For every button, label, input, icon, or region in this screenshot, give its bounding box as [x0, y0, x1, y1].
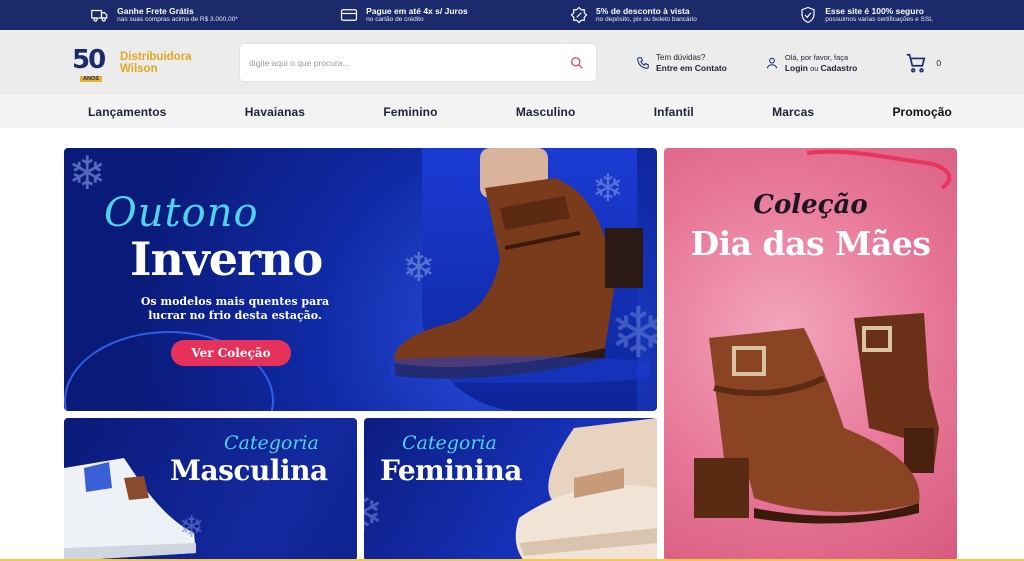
- cart-count: 0: [936, 57, 942, 68]
- nav-item-masculino[interactable]: Masculino: [516, 105, 576, 119]
- account-area: Olá, por favor, faça Login ou Cadastro: [765, 52, 858, 74]
- snowflake-icon: ❄: [179, 511, 205, 544]
- nav-item-havaianas[interactable]: Havaianas: [245, 105, 305, 119]
- nav-item-marcas[interactable]: Marcas: [772, 105, 814, 119]
- hero-banners: ❄ ❄ ❄ ❄ Outono Inverno Os modelos mais q…: [0, 128, 1024, 561]
- nav-item-infantil[interactable]: Infantil: [654, 105, 694, 119]
- banner-categoria-feminina[interactable]: ❄ Categoria Feminina: [364, 418, 657, 561]
- help-line-1: Tem dúvidas?: [656, 52, 706, 62]
- logo-50-anos-mark: 50 ANOS: [72, 44, 116, 82]
- banner-outono-inverno[interactable]: ❄ ❄ ❄ ❄ Outono Inverno Os modelos mais q…: [64, 148, 657, 411]
- main-navigation: Lançamentos Havaianas Feminino Masculino…: [0, 95, 1024, 128]
- promo-subtitle: nas suas compras acima de R$ 3.000,00*: [117, 16, 238, 24]
- nav-item-promocao[interactable]: Promoção: [892, 105, 951, 119]
- user-icon: [766, 57, 778, 68]
- contact-link[interactable]: Tem dúvidas? Entre em Contato: [636, 52, 727, 74]
- logo-anos: ANOS: [80, 75, 102, 82]
- account-greeting: Olá, por favor, faça: [784, 52, 849, 62]
- category-title: Feminina: [380, 454, 522, 487]
- search-icon[interactable]: [570, 56, 584, 70]
- promo-discount: 5% de desconto à vista no depósito, pix o…: [570, 6, 697, 24]
- category-title: Masculina: [170, 454, 328, 487]
- logo-number: 50: [72, 44, 106, 75]
- logo-line-2: Wilson: [120, 62, 158, 75]
- promo-free-shipping: Ganhe Frete Grátis nas suas compras acima…: [91, 6, 238, 24]
- nav-item-lancamentos[interactable]: Lançamentos: [88, 105, 166, 119]
- shield-check-icon: [801, 6, 815, 24]
- help-line-2: Entre em Contato: [656, 62, 727, 73]
- promo-subtitle: no depósito, pix ou boleto bancário: [596, 16, 697, 24]
- signup-link[interactable]: Cadastro: [821, 63, 858, 73]
- ver-colecao-button[interactable]: Ver Coleção: [171, 340, 291, 366]
- promo-installments: Pague em até 4x s/ Juros no cartão de cré…: [340, 6, 468, 24]
- category-script-label: Categoria: [224, 432, 319, 454]
- promo-secure-site: Esse site é 100% seguro possuimos varias …: [799, 6, 933, 24]
- promo-title: Ganhe Frete Grátis: [117, 5, 194, 16]
- discount-tag-icon: [570, 6, 588, 24]
- nav-item-feminino[interactable]: Feminino: [383, 105, 437, 119]
- promo-title: 5% de desconto à vista: [596, 5, 690, 16]
- top-promo-bar: Ganhe Frete Grátis nas suas compras acima…: [0, 0, 1024, 30]
- beige-sneakers-image: [515, 418, 657, 561]
- cart-button[interactable]: 0: [905, 52, 941, 74]
- promo-subtitle: possuimos varias certificações e SSL: [825, 16, 933, 24]
- category-script-label: Categoria: [402, 432, 497, 454]
- banner-script-title: Outono: [104, 190, 259, 236]
- banner-title: Inverno: [130, 232, 323, 286]
- banner-dia-das-maes[interactable]: Coleção Dia das Mães: [664, 148, 957, 561]
- search-input[interactable]: [249, 57, 529, 68]
- promo-subtitle: no cartão de crédito: [366, 16, 424, 24]
- shopping-cart-icon: [907, 53, 926, 73]
- account-or: ou: [810, 63, 819, 73]
- search-bar: [240, 44, 596, 81]
- brown-heeled-boots-image: [694, 313, 939, 524]
- snowflake-icon: ❄: [364, 488, 384, 538]
- banner-script-title: Coleção: [753, 190, 868, 220]
- logo-wordmark: Distribuidora Wilson: [120, 51, 192, 75]
- snowflake-icon: ❄: [68, 148, 107, 199]
- site-header: 50 ANOS Distribuidora Wilson Tem dúvidas…: [0, 30, 1024, 95]
- promo-title: Pague em até 4x s/ Juros: [366, 5, 468, 16]
- brown-ankle-boot-image: [390, 148, 650, 383]
- promo-title: Esse site é 100% seguro: [825, 5, 924, 16]
- phone-icon: [637, 56, 649, 69]
- banner-title: Dia das Mães: [690, 224, 931, 263]
- truck-icon: [91, 9, 108, 22]
- banner-subtitle: Os modelos mais quentes para lucrar no f…: [140, 295, 330, 322]
- credit-card-icon: [341, 9, 358, 21]
- logo-line-1: Distribuidora: [120, 50, 192, 63]
- store-logo[interactable]: 50 ANOS Distribuidora Wilson: [72, 44, 240, 82]
- banner-categoria-masculina[interactable]: ❄ Categoria Masculina: [64, 418, 357, 561]
- login-link[interactable]: Login: [785, 63, 808, 73]
